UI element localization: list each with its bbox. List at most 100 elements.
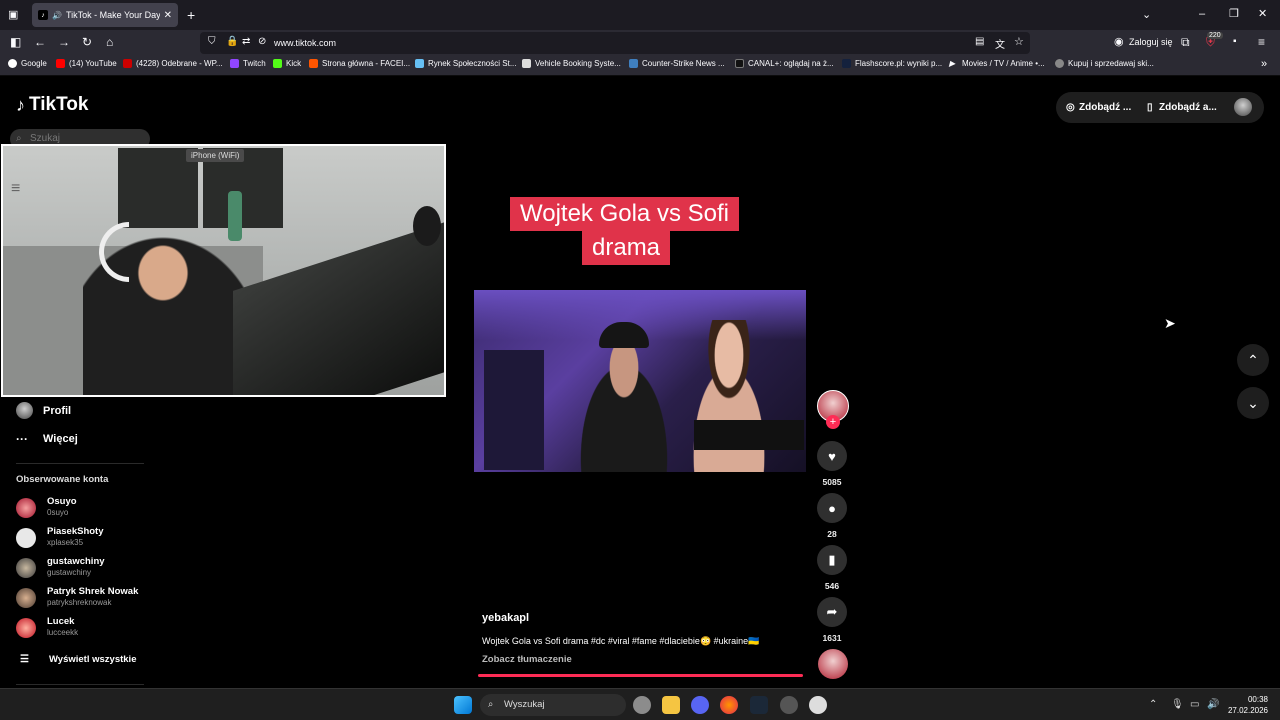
nav-more[interactable]: ··· Więcej <box>16 432 78 446</box>
extension-icon[interactable]: ▪ <box>1233 35 1237 49</box>
play-icon: ▶ <box>949 59 956 68</box>
extensions-icon[interactable]: ⧉ <box>1181 35 1190 49</box>
discord-icon[interactable] <box>691 696 709 714</box>
flashscore-icon <box>842 59 851 68</box>
speaker-icon[interactable]: 🔊 <box>52 11 62 20</box>
music-disc[interactable] <box>818 649 848 679</box>
firefox-icon[interactable] <box>720 696 738 714</box>
bookmark-icon[interactable]: ▮ <box>817 545 847 575</box>
webcam-overlay: iPhone (WiFi) ≡ <box>1 144 446 397</box>
minimize-icon[interactable]: – <box>1199 7 1205 21</box>
tab-bar: ▣ ♪ 🔊 TikTok - Make Your Day ✕ + ⌄ – ❐ ✕ <box>0 0 1280 30</box>
video-player[interactable] <box>474 290 806 472</box>
tiktok-note-icon: ♪ <box>16 94 25 115</box>
reader-view-icon[interactable]: ▤ <box>975 36 984 47</box>
file-explorer-icon[interactable] <box>662 696 680 714</box>
profile-icon <box>16 402 33 419</box>
save-action[interactable]: ▮ 546 <box>817 545 847 591</box>
canal-icon <box>735 59 744 68</box>
comment-action[interactable]: ● 28 <box>817 493 847 539</box>
like-count: 5085 <box>822 477 842 487</box>
profile-avatar[interactable] <box>1234 98 1252 116</box>
shield-icon[interactable]: ⛉ <box>208 36 216 47</box>
tab-list-icon[interactable]: ▣ <box>8 8 18 22</box>
new-tab-icon[interactable]: + <box>187 8 195 22</box>
bookmark-google[interactable]: Google <box>8 59 47 68</box>
maximize-icon[interactable]: ❐ <box>1229 7 1239 21</box>
settings-app-icon[interactable] <box>780 696 798 714</box>
translate-icon[interactable]: 文 <box>995 36 1005 51</box>
bookmark-canal[interactable]: CANAL+: oglądaj na ż... <box>735 59 834 68</box>
next-video-button[interactable]: ⌄ <box>1237 387 1269 419</box>
network-icon[interactable]: ▭ <box>1190 699 1199 710</box>
close-tab-icon[interactable]: ✕ <box>164 10 172 21</box>
start-icon[interactable] <box>454 696 472 714</box>
bookmark-youtube[interactable]: (14) YouTube <box>56 59 117 68</box>
background-chair <box>484 350 544 470</box>
phone-icon[interactable]: ▯ <box>1147 102 1153 113</box>
login-label[interactable]: Zaloguj się <box>1129 37 1173 47</box>
bookmark-star-icon[interactable]: ☆ <box>1014 35 1024 48</box>
following-account[interactable]: Osuyo 0suyo <box>16 494 176 522</box>
bookmark-twitch[interactable]: Twitch <box>230 59 266 68</box>
sidebar-toggle-icon[interactable]: ◧ <box>10 35 21 49</box>
avatar <box>16 528 36 548</box>
permissions-icon[interactable]: ⇄ <box>242 36 250 47</box>
bookmark-cs-news[interactable]: Counter-Strike News ... <box>629 59 725 68</box>
more-bookmarks-icon[interactable]: » <box>1261 58 1267 70</box>
reload-icon[interactable]: ↻ <box>82 35 92 49</box>
tracking-icon[interactable]: ⊘ <box>258 36 266 47</box>
following-account[interactable]: PiasekShoty xplasek35 <box>16 524 176 552</box>
comment-icon[interactable]: ● <box>817 493 847 523</box>
copilot-icon[interactable] <box>633 696 651 714</box>
url-bar[interactable]: ⛉ 🔒 ⇄ ⊘ www.tiktok.com ▤ 文 ☆ <box>200 32 1030 54</box>
bookmark-kick[interactable]: Kick <box>273 59 301 68</box>
taskbar-search[interactable]: ⌕ Wyszukaj <box>480 694 626 716</box>
following-account[interactable]: Patryk Shrek Nowak patrykshreknowak <box>16 584 176 612</box>
account-icon[interactable]: ◉ <box>1114 35 1124 49</box>
home-icon[interactable]: ⌂ <box>106 35 113 49</box>
bookmark-vehicle-booking[interactable]: Vehicle Booking Syste... <box>522 59 621 68</box>
clock[interactable]: 00:38 27.02.2026 <box>1226 694 1268 716</box>
twitch-icon <box>230 59 239 68</box>
back-icon[interactable]: ← <box>34 35 46 49</box>
tab-tiktok[interactable]: ♪ 🔊 TikTok - Make Your Day ✕ <box>32 3 178 27</box>
following-account[interactable]: Lucek lucceekk <box>16 614 176 642</box>
tray-chevron-icon[interactable]: ⌃ <box>1149 699 1157 710</box>
like-action[interactable]: ♥ 5085 <box>817 441 847 487</box>
forward-icon[interactable]: → <box>58 35 70 49</box>
see-all-following[interactable]: ☰ Wyświetl wszystkie <box>16 654 136 665</box>
streamer-man <box>569 340 679 472</box>
get-coins-button[interactable]: Zdobądź ... <box>1079 102 1131 113</box>
steam-icon[interactable] <box>750 696 768 714</box>
volume-icon[interactable]: 🔊 <box>1207 699 1219 710</box>
url-text: www.tiktok.com <box>274 38 337 48</box>
menu-icon[interactable]: ≡ <box>1258 35 1265 49</box>
following-account[interactable]: gustawchiny gustawchiny <box>16 554 176 582</box>
video-progress-bar[interactable] <box>478 674 803 677</box>
close-window-icon[interactable]: ✕ <box>1258 7 1267 21</box>
video-author[interactable]: yebakapl <box>482 612 529 624</box>
tiktok-logo[interactable]: ♪ TikTok <box>16 94 88 116</box>
bookmark-steam-market[interactable]: Rynek Społeczności St... <box>415 59 516 68</box>
bookmark-skins[interactable]: Kupuj i sprzedawaj ski... <box>1055 59 1154 68</box>
bookmark-faceit[interactable]: Strona główna - FACEI... <box>309 59 410 68</box>
share-action[interactable]: ➦ 1631 <box>817 597 847 643</box>
nav-profile[interactable]: Profil <box>16 402 71 419</box>
follow-plus-button[interactable]: + <box>826 415 840 429</box>
tiktok-favicon-icon: ♪ <box>38 10 48 20</box>
avatar <box>16 588 36 608</box>
lock-icon[interactable]: 🔒 <box>226 36 238 47</box>
get-app-button[interactable]: Zdobądź a... <box>1159 102 1217 113</box>
bookmark-wp-mail[interactable]: (4228) Odebrane - WP... <box>123 59 223 68</box>
bookmark-flashscore[interactable]: Flashscore.pl: wyniki p... <box>842 59 942 68</box>
share-icon[interactable]: ➦ <box>817 597 847 627</box>
coins-icon[interactable]: ◎ <box>1066 102 1075 113</box>
see-translation-link[interactable]: Zobacz tłumaczenie <box>482 654 572 665</box>
obs-icon[interactable] <box>809 696 827 714</box>
heart-icon[interactable]: ♥ <box>817 441 847 471</box>
previous-video-button[interactable]: ⌃ <box>1237 344 1269 376</box>
bookmark-movies[interactable]: ▶ Movies / TV / Anime •... <box>949 59 1045 68</box>
microphone-icon[interactable]: 🎙 <box>1171 699 1184 710</box>
list-all-tabs-icon[interactable]: ⌄ <box>1142 8 1151 22</box>
